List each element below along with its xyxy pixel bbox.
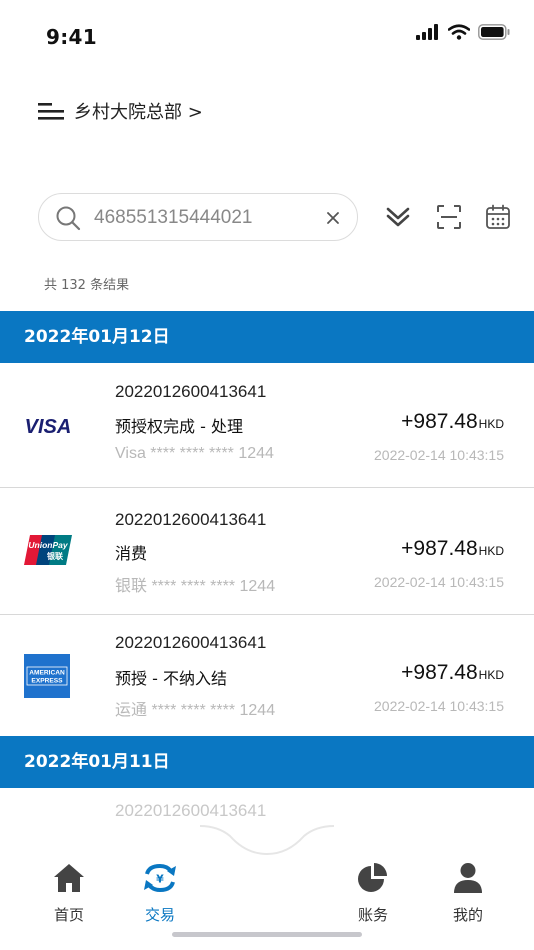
card-number: 银联 **** **** **** 1244	[115, 578, 276, 595]
transaction-row[interactable]: UnionPay 银联 2022012600413641 消费 银联 **** …	[0, 488, 534, 615]
transaction-id: 2022012600413641	[115, 510, 267, 529]
scan-icon	[437, 205, 461, 229]
svg-text:EXPRESS: EXPRESS	[31, 678, 63, 685]
tab-label: 交易	[144, 906, 175, 924]
pie-chart-icon	[358, 863, 387, 892]
tab-profile[interactable]: 我的	[438, 862, 498, 925]
transaction-time: 2022-02-14 10:43:15	[374, 574, 504, 590]
calendar-button[interactable]	[483, 201, 513, 233]
exchange-icon: ¥	[144, 863, 176, 893]
status-bar: 9:41	[0, 0, 534, 70]
svg-text:UnionPay: UnionPay	[28, 540, 68, 550]
scan-button[interactable]	[434, 201, 464, 233]
store-selector[interactable]: 乡村大院总部 >	[38, 98, 203, 124]
wifi-icon	[448, 24, 470, 40]
date-group-header: 2022年01月11日	[0, 736, 534, 788]
store-name: 乡村大院总部 >	[74, 102, 203, 123]
transaction-id: 2022012600413641	[115, 382, 267, 401]
transaction-amount: +987.48HKD	[401, 661, 504, 684]
result-count: 共 132 条结果	[44, 278, 130, 293]
status-time: 9:41	[46, 25, 97, 49]
home-icon	[54, 864, 84, 892]
transaction-time: 2022-02-14 10:43:15	[374, 447, 504, 463]
tab-bar-curve	[200, 825, 334, 856]
transaction-amount: +987.48HKD	[401, 537, 504, 560]
search-input[interactable]	[94, 204, 314, 232]
status-icons	[416, 24, 510, 40]
double-chevron-down-icon	[386, 207, 410, 227]
search-icon	[56, 206, 81, 231]
tab-home[interactable]: 首页	[39, 862, 99, 925]
transaction-amount: +987.48HKD	[401, 410, 504, 433]
svg-text:AMERICAN: AMERICAN	[29, 670, 65, 677]
transaction-type: 消费	[115, 544, 148, 563]
clear-icon[interactable]	[323, 208, 343, 228]
home-indicator	[172, 932, 362, 937]
transaction-row[interactable]: AMERICAN EXPRESS 2022012600413641 预授 - 不…	[0, 615, 534, 736]
calendar-icon	[486, 204, 510, 229]
transaction-type: 预授权完成 - 处理	[115, 417, 243, 436]
transaction-row[interactable]: VISA 2022012600413641 预授权完成 - 处理 Visa **…	[0, 363, 534, 488]
transaction-id: 2022012600413641	[115, 633, 267, 652]
svg-text:¥: ¥	[156, 873, 164, 886]
card-number: Visa **** **** **** 1244	[115, 445, 274, 462]
transaction-type: 预授 - 不纳入结	[115, 669, 227, 688]
signal-icon	[416, 24, 438, 40]
date-group-header: 2022年01月12日	[0, 311, 534, 363]
unionpay-logo: UnionPay 银联	[24, 535, 72, 569]
tab-label: 我的	[452, 906, 483, 924]
menu-lines-icon	[38, 103, 64, 120]
amex-logo: AMERICAN EXPRESS	[24, 654, 70, 702]
visa-logo: VISA	[24, 414, 72, 442]
search-box[interactable]	[38, 193, 358, 241]
svg-text:银联: 银联	[46, 551, 63, 561]
battery-icon	[478, 24, 510, 40]
tab-label: 账务	[357, 906, 388, 924]
filter-button[interactable]	[383, 201, 413, 233]
tab-label: 首页	[53, 906, 84, 924]
transaction-time: 2022-02-14 10:43:15	[374, 698, 504, 714]
user-icon	[454, 863, 482, 893]
card-number: 运通 **** **** **** 1244	[115, 702, 276, 719]
visa-text: VISA	[25, 416, 72, 438]
tab-accounts[interactable]: 账务	[343, 862, 403, 925]
tab-transactions[interactable]: ¥ 交易	[130, 862, 190, 925]
